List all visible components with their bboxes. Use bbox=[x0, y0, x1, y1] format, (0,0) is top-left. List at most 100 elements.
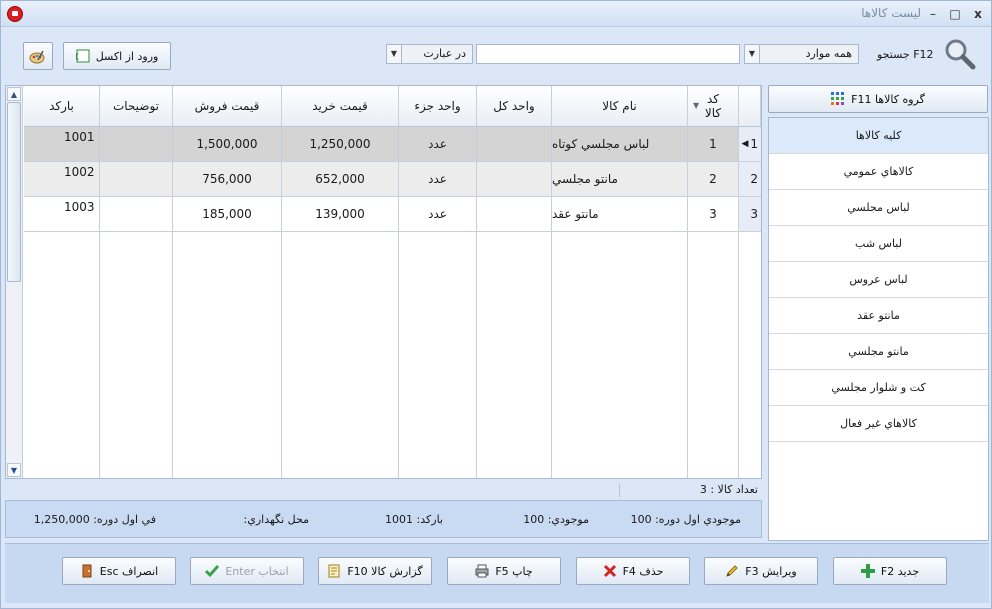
cell-sell-price: 756,000 bbox=[173, 162, 282, 196]
match-dropdown-arrow[interactable]: ▼ bbox=[386, 44, 402, 64]
select-button[interactable]: انتخاب Enter bbox=[190, 557, 304, 585]
group-item[interactable]: لباس شب bbox=[769, 226, 988, 262]
product-groups-label: گروه کالاها F11 bbox=[851, 92, 925, 106]
cell-buy-price: 139,000 bbox=[282, 197, 399, 231]
row-number: 2 bbox=[750, 172, 758, 186]
cell-name: لباس مجلسي کوتاه bbox=[552, 127, 688, 161]
cell-description bbox=[100, 127, 173, 161]
table-row[interactable]: 1003 185,000 139,000 عدد مانتو عقد 3 bbox=[24, 197, 761, 232]
col-header-unit-part[interactable]: واحد جزء bbox=[399, 86, 477, 127]
grid-dots-icon bbox=[831, 92, 845, 106]
cell-code: 2 bbox=[688, 162, 739, 196]
search-label: جستجو F12 bbox=[877, 48, 934, 61]
table-row[interactable]: 1002 756,000 652,000 عدد مانتو مجلسي 2 bbox=[24, 162, 761, 197]
current-stock: موجودي: 100 bbox=[523, 513, 589, 526]
col-header-barcode[interactable]: بارکد bbox=[24, 86, 100, 127]
group-item[interactable]: مانتو عقد bbox=[769, 298, 988, 334]
group-item[interactable]: کليه کالاها bbox=[769, 118, 988, 154]
pencil-icon bbox=[725, 564, 739, 578]
new-label: جديد F2 bbox=[880, 564, 920, 578]
scope-dropdown[interactable]: همه موارد bbox=[759, 44, 859, 64]
scroll-down-icon[interactable]: ▼ bbox=[7, 463, 21, 477]
cell-description bbox=[100, 162, 173, 196]
new-button[interactable]: جديد F2 bbox=[833, 557, 947, 585]
col-header-code-label: کد کالا bbox=[704, 92, 722, 120]
minimize-button[interactable]: – bbox=[925, 6, 941, 22]
delete-x-icon bbox=[603, 564, 617, 578]
palette-button[interactable] bbox=[23, 42, 53, 70]
grid-scrollbar[interactable]: ▲ ▼ bbox=[6, 86, 23, 478]
cell-buy-price: 1,250,000 bbox=[282, 127, 399, 161]
print-label: چاپ F5 bbox=[495, 564, 533, 578]
group-item[interactable]: کالاهاي عمومي bbox=[769, 154, 988, 190]
table-row[interactable]: 1001 1,500,000 1,250,000 عدد لباس مجلسي … bbox=[24, 127, 761, 162]
excel-icon: X bbox=[71, 49, 90, 63]
window-title: لیست کالاها bbox=[861, 6, 921, 20]
svg-text:X: X bbox=[76, 52, 79, 63]
col-header-buy-price[interactable]: قیمت خرید bbox=[282, 86, 399, 127]
scope-dropdown-arrow[interactable]: ▼ bbox=[744, 44, 760, 64]
cell-description bbox=[100, 197, 173, 231]
product-groups-button[interactable]: گروه کالاها F11 bbox=[768, 85, 988, 113]
product-groups-list[interactable]: کليه کالاها کالاهاي عمومي لباس مجلسي لبا… bbox=[768, 117, 989, 541]
cancel-button[interactable]: انصراف Esc bbox=[62, 557, 176, 585]
print-button[interactable]: چاپ F5 bbox=[447, 557, 561, 585]
info-barcode: بارکد: 1001 bbox=[385, 513, 443, 526]
plus-icon bbox=[860, 564, 875, 578]
select-label: انتخاب Enter bbox=[225, 564, 289, 578]
group-item[interactable]: لباس مجلسي bbox=[769, 190, 988, 226]
row-header[interactable]: 2 bbox=[739, 162, 761, 197]
cancel-label: انصراف Esc bbox=[99, 564, 159, 578]
cell-unit-part: عدد bbox=[399, 197, 477, 231]
col-header-sell-price[interactable]: قیمت فروش bbox=[173, 86, 282, 127]
cell-unit-total bbox=[477, 127, 552, 161]
match-dropdown[interactable]: در عبارت bbox=[401, 44, 473, 64]
col-header-description[interactable]: توضیحات bbox=[100, 86, 173, 127]
group-item[interactable]: لباس عروس bbox=[769, 262, 988, 298]
cell-name: مانتو عقد bbox=[552, 197, 688, 231]
status-bar: تعداد کالا : 3 bbox=[5, 481, 762, 499]
title-bar: لیست کالاها – □ x bbox=[1, 1, 991, 27]
col-header-name[interactable]: نام کالا bbox=[552, 86, 688, 127]
scroll-up-icon[interactable]: ▲ bbox=[7, 87, 21, 101]
product-report-button[interactable]: گزارش کالا F10 bbox=[318, 557, 432, 585]
cell-barcode: 1001 bbox=[24, 127, 100, 161]
status-separator bbox=[619, 483, 620, 497]
group-item[interactable]: کت و شلوار مجلسي bbox=[769, 370, 988, 406]
current-row-icon: ◀ bbox=[741, 139, 749, 149]
product-grid[interactable]: ▲ ▼ بارکد توضیحات قیمت فروش قیمت خرید وا… bbox=[5, 85, 762, 479]
storage-location: محل نگهداري: bbox=[243, 513, 309, 526]
scroll-thumb[interactable] bbox=[7, 102, 21, 282]
import-excel-button[interactable]: ورود از اکسل X bbox=[63, 42, 171, 70]
row-number: 1 bbox=[750, 137, 758, 151]
col-header-unit-total[interactable]: واحد کل bbox=[477, 86, 552, 127]
search-icon[interactable] bbox=[943, 37, 977, 71]
group-item[interactable]: کالاهاي غير فعال bbox=[769, 406, 988, 442]
import-excel-label: ورود از اکسل bbox=[95, 49, 159, 63]
checkmark-icon bbox=[205, 564, 220, 578]
delete-button[interactable]: حذف F4 bbox=[576, 557, 690, 585]
edit-button[interactable]: ويرايش F3 bbox=[704, 557, 818, 585]
group-item[interactable]: مانتو مجلسي bbox=[769, 334, 988, 370]
cell-barcode: 1003 bbox=[24, 197, 100, 231]
sort-arrow-icon: ▼ bbox=[693, 101, 700, 110]
col-header-code[interactable]: ▼ کد کالا bbox=[688, 86, 739, 127]
delete-label: حذف F4 bbox=[622, 564, 664, 578]
cell-unit-part: عدد bbox=[399, 162, 477, 196]
search-input[interactable] bbox=[476, 44, 740, 64]
cell-name: مانتو مجلسي bbox=[552, 162, 688, 196]
row-header[interactable]: 3 bbox=[739, 197, 761, 232]
close-button[interactable]: x bbox=[970, 6, 986, 22]
row-header[interactable]: ◀ 1 bbox=[739, 127, 761, 162]
cell-unit-total bbox=[477, 162, 552, 196]
item-count: تعداد کالا : 3 bbox=[699, 483, 758, 496]
item-info-bar: موجودي اول دوره: 100 موجودي: 100 بارکد: … bbox=[5, 500, 762, 538]
main-window: لیست کالاها – □ x ورود از اکسل X ▼ در عب… bbox=[0, 0, 992, 609]
cell-code: 1 bbox=[688, 127, 739, 161]
cell-code: 3 bbox=[688, 197, 739, 231]
edit-label: ويرايش F3 bbox=[745, 564, 797, 578]
cell-sell-price: 185,000 bbox=[173, 197, 282, 231]
opening-stock: موجودي اول دوره: 100 bbox=[630, 513, 741, 526]
maximize-button[interactable]: □ bbox=[947, 6, 963, 22]
printer-icon bbox=[475, 564, 489, 578]
